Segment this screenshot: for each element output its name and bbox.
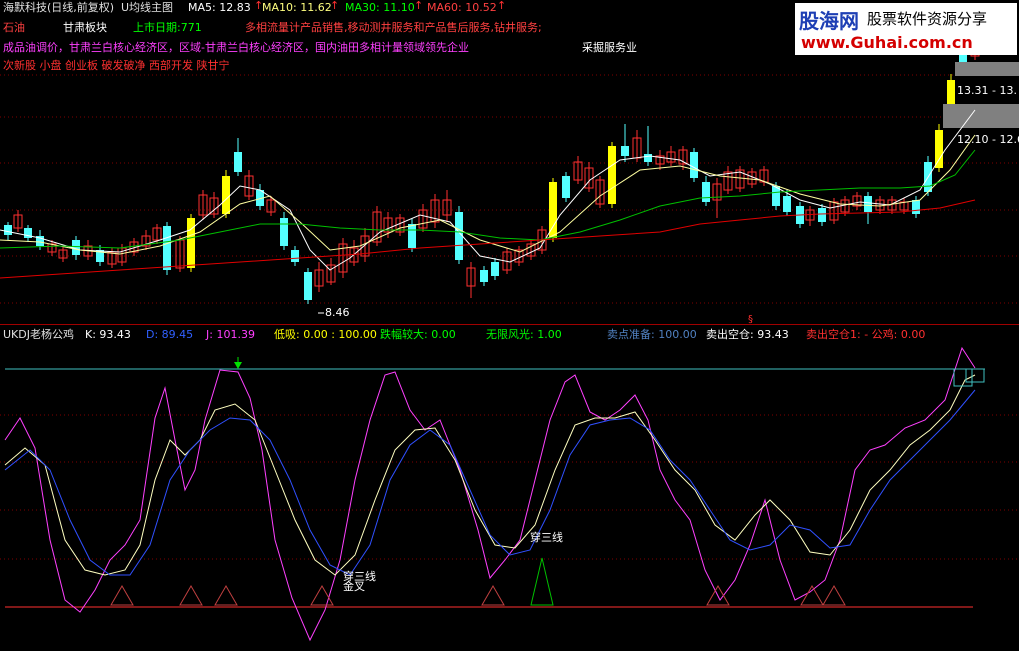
candle-body — [562, 176, 570, 198]
sector-tag[interactable]: 石油 — [3, 21, 25, 35]
business-concept: 多相流量计产品销售,移动测井服务和产品售后服务,钻井服务; — [245, 21, 542, 34]
signal-triangle — [179, 585, 203, 606]
logo-url: www.Guhai.com.cn — [801, 33, 973, 52]
sell-empty1-readout: 卖出空仓1: - 公鸡: 0.00 — [806, 328, 926, 341]
indicator-name[interactable]: U均线主图 — [121, 1, 173, 15]
ma30-up-arrow: ↑ — [414, 0, 424, 12]
candle-body — [234, 152, 242, 172]
candle-body — [4, 225, 12, 235]
signal-triangle — [214, 585, 238, 606]
k-readout: K: 93.43 — [85, 328, 131, 341]
range-label: 12.10 - 12.65 — [957, 133, 1019, 146]
signal-triangle — [481, 585, 505, 606]
candle-body — [491, 262, 499, 276]
j-line — [4, 346, 976, 642]
sell-empty-readout: 卖出空仓: 93.43 — [706, 328, 789, 341]
candle-body — [864, 196, 872, 212]
industry-tag[interactable]: 采掘服务业 — [582, 41, 637, 55]
candle-body — [702, 182, 710, 202]
price-range-box — [955, 62, 1019, 76]
listing-date: 上市日期:771 — [133, 21, 202, 34]
j-readout: J: 101.39 — [206, 328, 255, 341]
drop-signal-readout: 跌幅较大: 0.00 — [380, 328, 456, 341]
candle-body — [783, 196, 791, 212]
kdj-indicator-name[interactable]: UKDJ老杨公鸡 — [3, 328, 74, 342]
sell-ready-readout: 卖点准备: 100.00 — [607, 328, 697, 341]
price-range-box — [943, 104, 1019, 128]
ma10-up-arrow: ↑ — [330, 0, 340, 12]
candle-body — [480, 270, 488, 282]
candle-body — [163, 226, 171, 270]
signal-triangle — [822, 585, 846, 606]
ma5-readout: MA5: 12.83 — [188, 1, 251, 14]
candle-body — [187, 218, 195, 268]
board-tag[interactable]: 甘肃板块 — [63, 21, 107, 35]
candle-body — [608, 146, 616, 204]
candle-body — [818, 208, 826, 222]
candle-body — [644, 154, 652, 162]
candle-body — [291, 250, 299, 262]
annotation-cross-three-lines-2: 穿三线 — [530, 531, 563, 544]
annotation-golden-cross: 金叉 — [343, 580, 365, 593]
guhai-watermark-logo: 股海网 股票软件资源分享 www.Guhai.com.cn — [795, 3, 1017, 55]
theme-concept: 成品油调价，甘肃兰白核心经济区，区域-甘肃兰白核心经济区，国内油田多相计量领域领… — [3, 41, 469, 54]
buy-signal-readout: 低吸: 0.00 : 100.00 — [274, 328, 377, 341]
ma60-up-arrow: ↑ — [497, 0, 507, 12]
ma30-readout: MA30: 11.10 — [345, 1, 415, 14]
logo-brand: 股海网 — [799, 9, 859, 33]
candle-body — [280, 218, 288, 246]
candle-body — [621, 146, 629, 156]
candle-body — [935, 130, 943, 168]
candle-body — [912, 200, 920, 214]
candle-body — [222, 176, 230, 214]
ma10-readout: MA10: 11.62 — [262, 1, 332, 14]
candle-body — [690, 152, 698, 178]
low-price-label: 8.46 — [325, 306, 350, 319]
buy-arrow-icon — [234, 362, 242, 369]
d-line — [4, 389, 976, 576]
high-range-label: 13.31 - 13. — [957, 84, 1017, 97]
candle-body — [408, 224, 416, 248]
logo-slogan: 股票软件资源分享 — [867, 10, 988, 28]
board-concepts: 次新股 小盘 创业板 破发破净 西部开发 陕甘宁 — [3, 59, 230, 72]
candle-body — [549, 182, 557, 238]
signal-triangle — [530, 557, 554, 606]
candle-body — [947, 80, 955, 104]
sell-marker-icon: § — [748, 314, 753, 325]
candle-body — [304, 272, 312, 300]
signal-triangle — [110, 585, 134, 606]
ma60-readout: MA60: 10.52 — [427, 1, 497, 14]
stock-title: 海默科技(日线,前复权) — [3, 1, 115, 14]
stock-chart[interactable]: § — [0, 0, 1019, 651]
boundless-readout: 无限风光: 1.00 — [486, 328, 562, 341]
d-readout: D: 89.45 — [146, 328, 194, 341]
